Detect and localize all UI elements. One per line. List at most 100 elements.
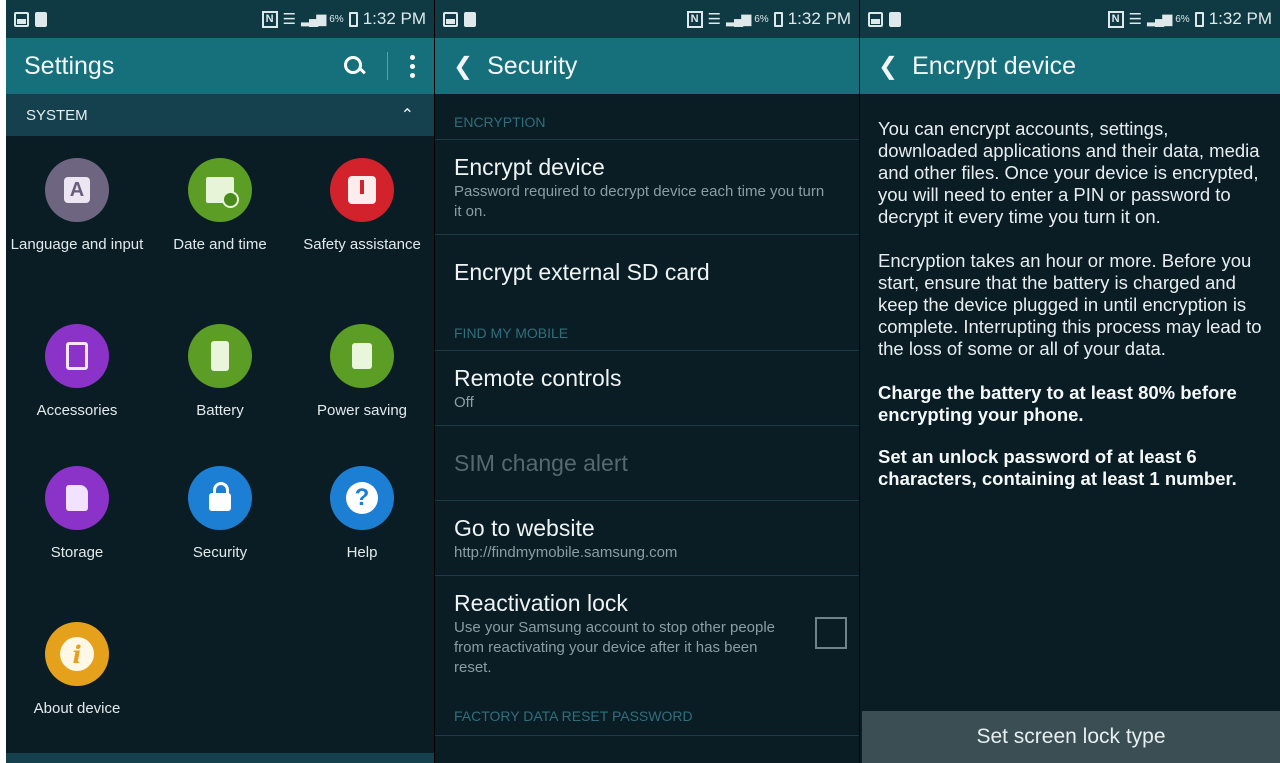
settings-app-bar: Settings: [6, 38, 434, 94]
password-requirement: Set an unlock password of at least 6 cha…: [878, 446, 1237, 489]
encrypt-app-bar: ❮ Encrypt device: [860, 38, 1280, 94]
accessories-icon: [45, 324, 109, 388]
row-subtitle: Use your Samsung account to stop other p…: [454, 619, 776, 676]
battery-icon: [188, 324, 252, 388]
security-screen: N ☰ ▂▄▆ 6% 1:32 PM ❮ Security ENCRYPTION…: [434, 0, 859, 763]
battery-status-icon: [773, 11, 783, 27]
gallery-notification-icon: [443, 11, 458, 27]
settings-item-power-saving[interactable]: Power saving: [291, 324, 433, 432]
settings-screen: N ☰ ▂▄▆ 6% 1:32 PM Settings SYSTEM ⌃ A L…: [6, 0, 434, 763]
next-section-header: [6, 753, 434, 763]
language-icon: A: [45, 158, 109, 222]
battery-percent: 6%: [754, 13, 769, 25]
wifi-icon: ☰: [1128, 11, 1143, 28]
remote-controls-row[interactable]: Remote controls Off: [435, 351, 859, 426]
page-title: Settings: [24, 51, 115, 80]
document-notification-icon: [464, 11, 476, 27]
settings-item-label: Storage: [50, 543, 104, 561]
encrypt-device-screen: N ☰ ▂▄▆ 6% 1:32 PM ❮ Encrypt device You …: [859, 0, 1280, 763]
settings-item-security[interactable]: Security: [149, 466, 291, 574]
search-icon[interactable]: [343, 55, 365, 77]
encrypt-device-row[interactable]: Encrypt device Password required to decr…: [435, 140, 859, 235]
settings-item-label: Accessories: [36, 401, 118, 419]
settings-item-label: Battery: [196, 401, 244, 419]
row-subtitle: Off: [454, 394, 474, 411]
settings-item-safety[interactable]: Safety assistance: [291, 158, 433, 266]
settings-item-label: Language and input: [10, 235, 144, 253]
settings-item-about[interactable]: i About device: [6, 622, 148, 730]
battery-status-icon: [1194, 11, 1204, 27]
settings-item-label: Security: [192, 543, 248, 561]
info-icon: i: [45, 622, 109, 686]
encrypt-paragraph-2: Encryption takes an hour or more. Before…: [878, 250, 1262, 359]
alert-icon: [330, 158, 394, 222]
settings-item-date-time[interactable]: Date and time: [149, 158, 291, 266]
row-title: Encrypt external SD card: [454, 259, 710, 285]
row-title: Reactivation lock: [454, 590, 628, 616]
status-bar: N ☰ ▂▄▆ 6% 1:32 PM: [6, 0, 434, 38]
status-bar: N ☰ ▂▄▆ 6% 1:32 PM: [435, 0, 859, 38]
reactivation-lock-row[interactable]: Reactivation lock Use your Samsung accou…: [435, 576, 859, 690]
more-options-icon[interactable]: [410, 54, 416, 78]
gallery-notification-icon: [14, 11, 29, 27]
battery-requirement: Charge the battery to at least 80% befor…: [878, 382, 1237, 425]
encrypt-sd-row[interactable]: Encrypt external SD card: [435, 235, 859, 305]
sim-change-alert-row: SIM change alert: [435, 426, 859, 501]
battery-status-icon: [348, 11, 358, 27]
row-title: Remote controls: [454, 365, 622, 391]
sd-card-icon: [45, 466, 109, 530]
nfc-icon: N: [261, 10, 278, 28]
section-label: SYSTEM: [26, 106, 88, 124]
settings-item-help[interactable]: ? Help: [291, 466, 433, 574]
nfc-icon: N: [686, 10, 703, 28]
back-chevron-icon[interactable]: ❮: [453, 52, 473, 81]
row-title: Go to website: [454, 515, 595, 541]
settings-grid: A Language and input Date and time Safet…: [6, 136, 434, 746]
signal-icon: ▂▄▆: [1147, 11, 1172, 26]
calendar-clock-icon: [188, 158, 252, 222]
back-chevron-icon[interactable]: ❮: [878, 52, 898, 81]
page-title: Encrypt device: [912, 51, 1077, 80]
clock: 1:32 PM: [1208, 9, 1272, 28]
settings-item-label: Power saving: [316, 401, 408, 419]
clock: 1:32 PM: [362, 9, 426, 28]
settings-item-accessories[interactable]: Accessories: [6, 324, 148, 432]
encrypt-description: You can encrypt accounts, settings, down…: [860, 94, 1280, 534]
help-icon: ?: [330, 466, 394, 530]
lock-icon: [188, 466, 252, 530]
status-bar: N ☰ ▂▄▆ 6% 1:32 PM: [860, 0, 1280, 38]
security-app-bar: ❮ Security: [435, 38, 859, 94]
row-subtitle: http://findmymobile.samsung.com: [454, 544, 678, 561]
divider: [387, 52, 388, 80]
wifi-icon: ☰: [707, 11, 722, 28]
section-header-encryption: ENCRYPTION: [435, 94, 859, 140]
document-notification-icon: [35, 11, 47, 27]
settings-item-storage[interactable]: Storage: [6, 466, 148, 574]
battery-percent: 6%: [1175, 13, 1190, 25]
section-header-find-my-mobile: FIND MY MOBILE: [435, 305, 859, 351]
settings-item-language[interactable]: A Language and input: [6, 158, 148, 266]
set-screen-lock-type-button[interactable]: Set screen lock type: [862, 711, 1280, 763]
row-title: SIM change alert: [454, 450, 628, 476]
encrypt-paragraph-1: You can encrypt accounts, settings, down…: [878, 118, 1260, 227]
settings-item-label: Date and time: [173, 235, 267, 253]
settings-item-battery[interactable]: Battery: [149, 324, 291, 432]
signal-icon: ▂▄▆: [726, 11, 751, 26]
system-section-header[interactable]: SYSTEM ⌃: [6, 94, 434, 136]
wifi-icon: ☰: [282, 11, 297, 28]
signal-icon: ▂▄▆: [301, 11, 326, 26]
clock: 1:32 PM: [787, 9, 851, 28]
settings-item-label: Safety assistance: [303, 235, 421, 253]
reactivation-lock-checkbox[interactable]: [815, 617, 847, 649]
battery-percent: 6%: [329, 13, 344, 25]
row-subtitle: Password required to decrypt device each…: [454, 183, 825, 220]
document-notification-icon: [889, 11, 901, 27]
gallery-notification-icon: [868, 11, 883, 27]
chevron-up-icon: ⌃: [400, 107, 414, 124]
settings-item-label: Help: [346, 543, 378, 561]
recycle-battery-icon: [330, 324, 394, 388]
section-header-factory-reset: FACTORY DATA RESET PASSWORD: [435, 690, 859, 736]
row-title: Encrypt device: [454, 154, 605, 180]
page-title: Security: [487, 51, 578, 80]
go-to-website-row[interactable]: Go to website http://findmymobile.samsun…: [435, 501, 859, 576]
